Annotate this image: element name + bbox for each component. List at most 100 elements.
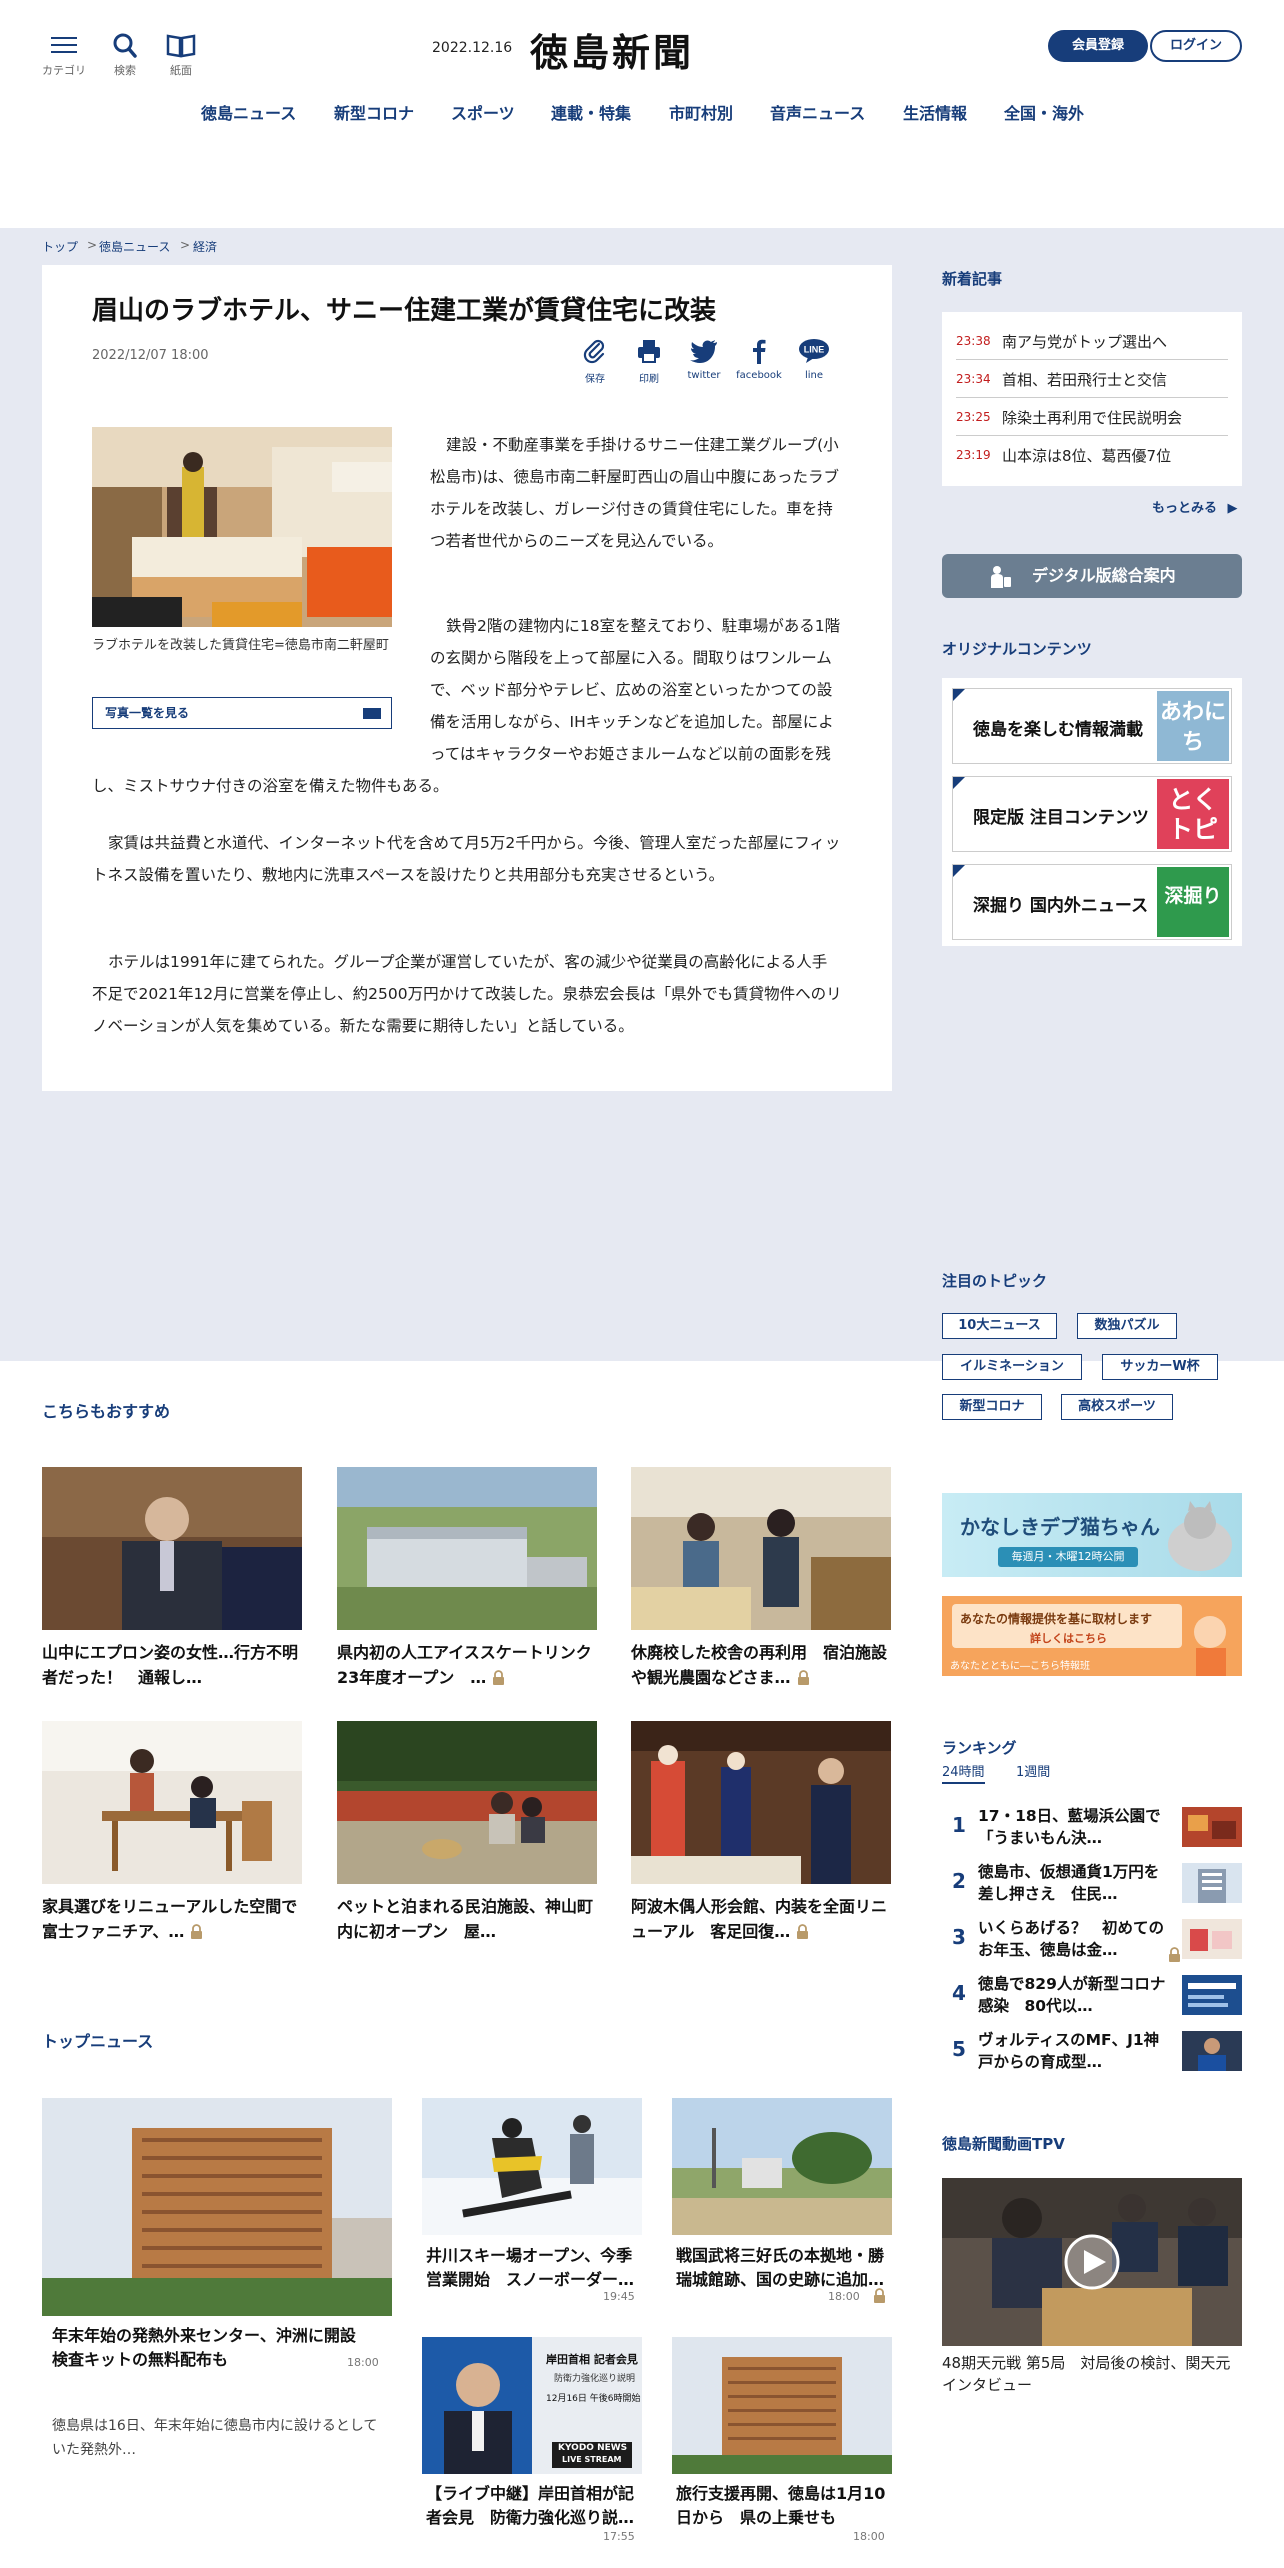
ranking-thumb <box>1182 1807 1242 1847</box>
top-news-thumb-1[interactable] <box>422 2098 642 2235</box>
recommend-thumb-2[interactable] <box>337 1467 597 1630</box>
debuneko-banner[interactable]: かなしきデブ猫ちゃん 毎週月・木曜12時公開 <box>942 1493 1242 1577</box>
login-button[interactable]: ログイン <box>1150 30 1242 62</box>
article-photo[interactable] <box>92 427 392 627</box>
recommend-item-6[interactable]: 阿波木偶人形会館、内装を全面リニューアル 客足回復… <box>631 1894 893 1944</box>
tokutopi-badge: とくトピ <box>1157 779 1229 849</box>
ranking-thumb <box>1182 1975 1242 2015</box>
article-paragraph-3: 家賃は共益費と水道代、インターネット代を含めて月5万2千円から。今後、管理人室だ… <box>92 834 841 884</box>
new-article-item[interactable]: 23:25 除染土再利用で住民説明会 <box>956 398 1228 436</box>
book-icon <box>166 34 196 58</box>
nav-tokushima-news[interactable]: 徳島ニュース <box>201 100 296 124</box>
live-thumb-sub: 防衛力強化巡り説明 <box>554 2374 636 2384</box>
topic-illumination[interactable]: イルミネーション <box>942 1354 1082 1380</box>
recommend-thumb-3[interactable] <box>631 1467 891 1630</box>
tpv-caption[interactable]: 48期天元戦 第5局 対局後の検討、関天元インタビュー <box>942 2352 1242 2396</box>
search-button[interactable]: 検索 <box>95 32 155 78</box>
breadcrumb-tokushima[interactable]: 徳島ニュース <box>99 238 170 255</box>
recommend-item-3[interactable]: 休廃校した校舎の再利用 宿泊施設や観光農園などさま… <box>631 1640 893 1690</box>
banner2-footer: あなたとともに―こちら特報班 <box>950 1661 1090 1672</box>
original-card-awanichi[interactable]: 徳島を楽しむ情報満載 あわにち <box>952 688 1232 764</box>
top-news-heading: トップニュース <box>42 2032 154 2051</box>
article-date: 2022/12/07 18:00 <box>92 348 209 363</box>
nav-national-world[interactable]: 全国・海外 <box>1004 100 1084 124</box>
person-device-icon <box>991 566 1011 588</box>
banner1-title: かなしきデブ猫ちゃん <box>960 1515 1160 1539</box>
top-news-thumb-4[interactable] <box>672 2337 892 2474</box>
top-news-item-3[interactable]: 【ライブ中継】岸田首相が記者会見 防衛力強化巡り説… <box>426 2482 640 2530</box>
arrow-right-icon: ▶ <box>1227 501 1238 516</box>
breadcrumb-economy[interactable]: 経済 <box>193 238 217 255</box>
lock-icon <box>493 1670 505 1685</box>
recommend-thumb-6[interactable] <box>631 1721 891 1884</box>
nav-municipalities[interactable]: 市町村別 <box>669 100 733 124</box>
article-paragraph-4: ホテルは1991年に建てられた。グループ企業が運営していたが、客の減少や従業員の… <box>92 953 842 1035</box>
breadcrumb-top[interactable]: トップ <box>42 238 78 255</box>
svg-text:LINE: LINE <box>804 345 825 355</box>
facebook-icon <box>753 339 766 364</box>
tpv-heading: 徳島新聞動画TPV <box>942 2135 1065 2153</box>
site-logo[interactable]: 徳島新聞 <box>530 22 694 77</box>
tpv-video-player[interactable] <box>942 2178 1242 2346</box>
new-article-item[interactable]: 23:19 山本涼は8位、葛西優7位 <box>956 436 1228 474</box>
digital-guide-button[interactable]: デジタル版総合案内 <box>942 554 1242 598</box>
nav-series[interactable]: 連載・特集 <box>551 100 631 124</box>
recommend-item-4[interactable]: 家具選びをリニューアルした空間で 富士ファニチア、… <box>42 1894 313 1944</box>
topic-corona[interactable]: 新型コロナ <box>942 1394 1042 1420</box>
register-button[interactable]: 会員登録 <box>1048 30 1148 62</box>
ranking-thumb <box>1182 1863 1242 1903</box>
live-thumb-brand: KYODO NEWS <box>558 2443 628 2453</box>
paper-button[interactable]: 紙面 <box>151 32 211 78</box>
ranking-item-5[interactable]: 5 ヴォルティスのMF、J1神戸からの育成型… <box>942 2027 1242 2082</box>
new-article-item[interactable]: 23:38 南ア与党がトップ選出へ <box>956 322 1228 360</box>
line-icon: LINE <box>799 339 829 363</box>
recommend-item-1[interactable]: 山中にエプロン姿の女性…行方不明者だった！ 通報し… <box>42 1640 304 1690</box>
recommend-thumb-4[interactable] <box>42 1721 302 1884</box>
fukabori-badge: 深掘り <box>1157 867 1229 937</box>
ranking-item-3[interactable]: 3 いくらあげる？ 初めてのお年玉、徳島は金… <box>942 1915 1242 1970</box>
save-button[interactable]: 保存 <box>567 338 623 385</box>
ranking-item-4[interactable]: 4 徳島で829人が新型コロナ感染 80代以… <box>942 1971 1242 2026</box>
nav-audio-news[interactable]: 音声ニュース <box>770 100 865 124</box>
line-share-button[interactable]: LINE line <box>786 338 842 381</box>
float-spacer <box>92 610 430 768</box>
top-news-thumb-3[interactable]: 岸田首相 記者会見 防衛力強化巡り説明 12月16日 午後6時開始 KYODO … <box>422 2337 642 2474</box>
top-news-item-2[interactable]: 戦国武将三好氏の本拠地・勝瑞城館跡、国の史跡に追加… <box>676 2244 890 2292</box>
more-link[interactable]: もっとみる ▶ <box>1152 497 1238 516</box>
live-thumb-heading: 岸田首相 記者会見 <box>546 2353 638 2366</box>
live-thumb-datetime: 12月16日 午後6時開始 <box>546 2394 641 2404</box>
ranking-tab-24h[interactable]: 24時間 <box>942 1761 985 1784</box>
ranking-item-1[interactable]: 1 17・18日、藍場浜公園で「うまいもん決… <box>942 1803 1242 1858</box>
original-card-tokutopi[interactable]: 限定版 注目コンテンツ とくトピ <box>952 776 1232 852</box>
lock-icon <box>191 1924 203 1939</box>
ranking-tab-week[interactable]: 1週間 <box>1016 1761 1050 1780</box>
facebook-share-button[interactable]: facebook <box>731 338 787 381</box>
tokuhou-banner[interactable]: あなたの情報提供を基に取材します 詳しくはこちら あなたとともに―こちら特報班 <box>942 1596 1242 1676</box>
search-icon <box>113 33 137 58</box>
nav-sports[interactable]: スポーツ <box>451 100 515 124</box>
nav-corona[interactable]: 新型コロナ <box>334 100 414 124</box>
print-button[interactable]: 印刷 <box>621 338 677 385</box>
top-news-item-1[interactable]: 井川スキー場オープン、今季営業開始 スノーボーダー… <box>426 2244 640 2292</box>
topic-highschool-sports[interactable]: 高校スポーツ <box>1061 1394 1173 1420</box>
nav-life-info[interactable]: 生活情報 <box>903 100 967 124</box>
banner1-subtitle: 毎週月・木曜12時公開 <box>998 1547 1138 1567</box>
recommend-item-5[interactable]: ペットと泊まれる民泊施設、神山町内に初オープン 屋… <box>337 1894 599 1944</box>
topic-world-cup[interactable]: サッカーW杯 <box>1102 1354 1218 1380</box>
topic-sudoku[interactable]: 数独パズル <box>1077 1313 1177 1339</box>
new-articles-list: 23:38 南ア与党がトップ選出へ 23:34 首相、若田飛行士と交信 23:25 除… <box>942 312 1242 486</box>
article-paragraph-1: 建設・不動産事業を手掛けるサニー住建工業グループ(小松島市)は、徳島市南二軒屋町… <box>430 436 840 550</box>
ranking-item-2[interactable]: 2 徳島市、仮想通貨1万円を差し押さえ 住民… <box>942 1859 1242 1914</box>
recommend-thumb-5[interactable] <box>337 1721 597 1884</box>
top-news-main-title[interactable]: 年末年始の発熱外来センター、沖洲に開設 検査キットの無料配布も <box>52 2324 372 2372</box>
menu-button[interactable]: カテゴリ <box>34 32 94 78</box>
recommend-item-2[interactable]: 県内初の人工アイススケートリンク23年度オープン … <box>337 1640 599 1690</box>
topic-top10-news[interactable]: 10大ニュース <box>942 1313 1057 1339</box>
top-news-item-4[interactable]: 旅行支援再開、徳島は1月10日から 県の上乗せも <box>676 2482 890 2530</box>
original-card-fukabori[interactable]: 深掘り 国内外ニュース 深掘り <box>952 864 1232 940</box>
twitter-share-button[interactable]: twitter <box>676 338 732 381</box>
recommend-thumb-1[interactable] <box>42 1467 302 1630</box>
top-news-thumb-2[interactable] <box>672 2098 892 2235</box>
new-article-item[interactable]: 23:34 首相、若田飛行士と交信 <box>956 360 1228 398</box>
top-news-main-thumb[interactable] <box>42 2098 392 2316</box>
